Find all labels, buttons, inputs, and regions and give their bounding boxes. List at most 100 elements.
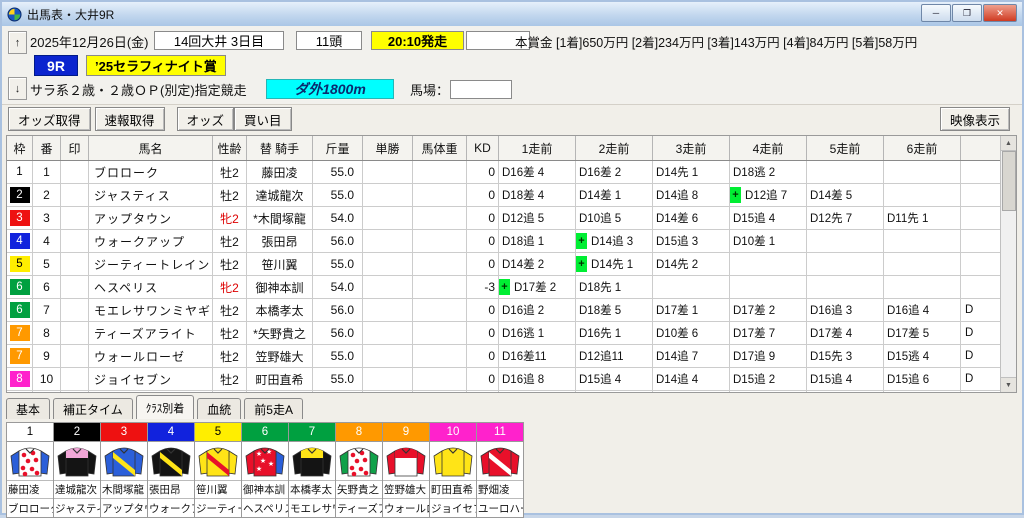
silk-cell[interactable]: 1藤田凌ブロローク [6,422,54,518]
silk-cell[interactable]: 4張田昂ウォークアップ [147,422,195,518]
past-run-cell-2[interactable]: D12追11 [576,345,653,367]
past-run-cell-1[interactable]: D16追 2 [499,299,576,321]
mark-cell[interactable] [61,253,89,275]
tab-5[interactable]: 前5走A [244,398,303,419]
table-row[interactable]: 79ウォールローゼ牡2笠野雄大55.00D16差11D12追11D14追 7D1… [7,345,1016,368]
past-run-cell-7[interactable] [961,253,1002,275]
jockey-cell[interactable]: *矢野貴之 [247,322,313,344]
past-run-cell-3[interactable]: D17差 1 [653,299,730,321]
table-row[interactable]: 22ジャスティス牡2達城龍次55.00D18差 4D14差 1D14追 8+D1… [7,184,1016,207]
past-run-cell-5[interactable]: D17差 4 [807,322,884,344]
past-run-cell-3[interactable]: D14差 6 [653,207,730,229]
horse-name-cell[interactable]: モエレサワンミヤギ [89,299,213,321]
table-row[interactable]: 66ヘスペリス牝2御神本訓54.0-3+D17差 2D18先 1 [7,276,1016,299]
past-run-cell-5[interactable] [807,253,884,275]
past-run-cell-2[interactable]: D16先 1 [576,322,653,344]
past-run-cell-5[interactable]: D14差 5 [807,184,884,206]
toolbar-button-1[interactable]: オッズ取得 [8,107,91,131]
past-run-cell-2[interactable]: D18先 1 [576,276,653,298]
past-run-cell-4[interactable] [730,276,807,298]
table-row[interactable]: 67モエレサワンミヤギ牡2本橋孝太56.00D16追 2D18差 5D17差 1… [7,299,1016,322]
past-run-cell-7[interactable] [961,161,1002,183]
past-run-cell-3[interactable]: D14先 2 [653,253,730,275]
past-run-cell-1[interactable]: +D17差 2 [499,276,576,298]
mark-cell[interactable] [61,368,89,390]
scrollbar-thumb[interactable] [1002,151,1016,211]
scroll-up-icon[interactable]: ▲ [1001,136,1016,151]
past-run-cell-4[interactable]: D15追 4 [730,207,807,229]
past-run-cell-6[interactable] [884,253,961,275]
jockey-cell[interactable]: 本橋孝太 [247,299,313,321]
maximize-button[interactable]: ❐ [952,4,982,22]
past-run-cell-4[interactable] [730,253,807,275]
mark-cell[interactable] [61,161,89,183]
past-run-cell-2[interactable]: D14差 1 [576,184,653,206]
past-run-cell-3[interactable]: D10差 6 [653,322,730,344]
past-run-cell-6[interactable]: D17差 5 [884,322,961,344]
horse-name-cell[interactable]: ティーズアライト [89,322,213,344]
past-run-cell-6[interactable]: D11先 1 [884,207,961,229]
jockey-cell[interactable]: *木間塚龍 [247,207,313,229]
next-race-button[interactable]: ↓ [8,77,27,100]
jockey-cell[interactable]: *野畑凌 [247,391,313,393]
horse-name-cell[interactable]: ユーロハートビート [89,391,213,393]
table-row[interactable]: 810ジョイセブン牡2町田直希55.00D16追 8D15追 4D14追 4D1… [7,368,1016,391]
past-run-cell-7[interactable] [961,230,1002,252]
silk-cell[interactable]: 10町田直希ジョイセブン [429,422,477,518]
past-run-cell-5[interactable] [807,391,884,393]
jockey-cell[interactable]: 笹川翼 [247,253,313,275]
table-row[interactable]: 78ティーズアライト牡2*矢野貴之56.00D16逃 1D16先 1D10差 6… [7,322,1016,345]
past-run-cell-3[interactable]: D14追 4 [653,368,730,390]
past-run-cell-6[interactable] [884,184,961,206]
past-run-cell-6[interactable] [884,161,961,183]
past-run-cell-3[interactable]: D14追 8 [653,184,730,206]
past-run-cell-3[interactable]: D16先 3 [653,391,730,393]
tab-2[interactable]: 補正タイム [53,398,133,419]
mark-cell[interactable] [61,391,89,393]
horse-name-cell[interactable]: アップタウン [89,207,213,229]
past-run-cell-4[interactable]: +D12追 7 [730,184,807,206]
past-run-cell-4[interactable]: D17差 2 [730,299,807,321]
horse-name-cell[interactable]: ジャスティス [89,184,213,206]
past-run-cell-3[interactable]: D14追 7 [653,345,730,367]
past-run-cell-7[interactable]: D [961,299,1002,321]
past-run-cell-5[interactable]: D15追 4 [807,368,884,390]
past-run-cell-2[interactable]: +D14追 3 [576,230,653,252]
past-run-cell-5[interactable] [807,230,884,252]
past-run-cell-2[interactable]: D15追 4 [576,368,653,390]
horse-name-cell[interactable]: ウォールローゼ [89,345,213,367]
past-run-cell-6[interactable] [884,276,961,298]
past-run-cell-7[interactable] [961,184,1002,206]
past-run-cell-6[interactable] [884,230,961,252]
past-run-cell-4[interactable]: D17追 9 [730,345,807,367]
past-run-cell-6[interactable] [884,391,961,393]
tab-4[interactable]: 血統 [197,398,241,419]
silk-cell[interactable]: 2達城龍次ジャスティス [53,422,101,518]
silk-cell[interactable]: 8矢野貴之ティーズアライト [335,422,383,518]
past-run-cell-2[interactable]: D16追15 [576,391,653,393]
past-run-cell-5[interactable] [807,161,884,183]
tab-3[interactable]: ｸﾗｽ別着 [136,395,195,419]
tab-1[interactable]: 基本 [6,398,50,419]
past-run-cell-1[interactable]: D18先 7 [499,391,576,393]
past-run-cell-6[interactable]: D15逃 4 [884,345,961,367]
mark-cell[interactable] [61,276,89,298]
silk-cell[interactable]: 5笹川翼ジーティートレイン [194,422,242,518]
past-run-cell-1[interactable]: D18追 1 [499,230,576,252]
past-run-cell-2[interactable]: +D14先 1 [576,253,653,275]
past-run-cell-4[interactable]: D18逃 2 [730,161,807,183]
past-run-cell-5[interactable]: D16追 3 [807,299,884,321]
close-button[interactable]: ✕ [983,4,1017,22]
past-run-cell-1[interactable]: D12追 5 [499,207,576,229]
toolbar-button-4[interactable]: 買い目 [234,107,292,131]
past-run-cell-7[interactable]: D [961,368,1002,390]
past-run-cell-3[interactable] [653,276,730,298]
past-run-cell-1[interactable]: D18差 4 [499,184,576,206]
horse-name-cell[interactable]: ウォークアップ [89,230,213,252]
past-run-cell-5[interactable]: D12先 7 [807,207,884,229]
jockey-cell[interactable]: 藤田凌 [247,161,313,183]
prev-race-button[interactable]: ↑ [8,31,27,54]
table-row[interactable]: 33アップタウン牝2*木間塚龍54.00D12追 5D10追 5D14差 6D1… [7,207,1016,230]
horse-name-cell[interactable]: ヘスペリス [89,276,213,298]
silk-cell[interactable]: 11野畑凌ユーロハートビート [476,422,524,518]
